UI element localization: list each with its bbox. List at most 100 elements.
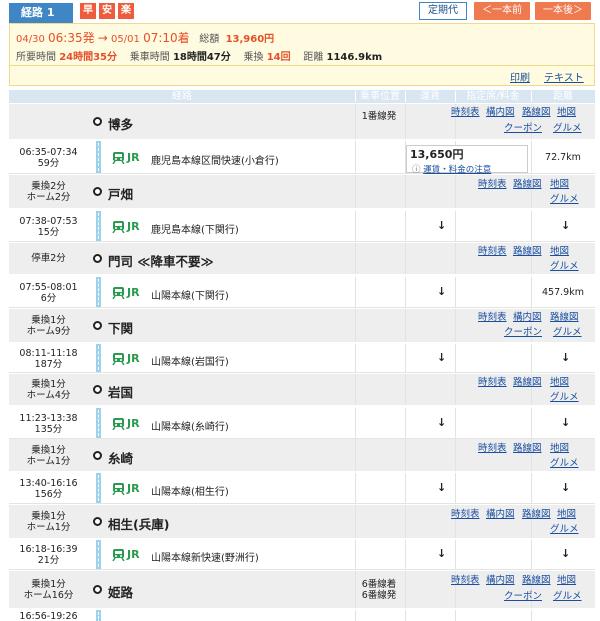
map-link[interactable]: 地図 (550, 443, 569, 455)
train-time: 11:23-13:38 (19, 413, 78, 424)
route-map-link[interactable]: 路線図 (522, 107, 551, 119)
column-divider (355, 243, 356, 274)
column-divider (455, 243, 456, 274)
column-divider (455, 473, 456, 503)
station-map-link[interactable]: 構内図 (513, 312, 542, 324)
coupon-link[interactable]: クーポン (504, 591, 542, 603)
map-link[interactable]: 地図 (550, 179, 569, 191)
timetable-link[interactable]: 時刻表 (451, 107, 480, 119)
train-time: 16:18-16:39 (19, 544, 78, 555)
station-dot-icon (93, 385, 102, 394)
timetable-link[interactable]: 時刻表 (478, 246, 507, 258)
column-divider (455, 309, 456, 342)
rail-line (96, 540, 101, 569)
column-divider (405, 505, 406, 538)
route-map-link[interactable]: 路線図 (513, 443, 542, 455)
column-divider (355, 277, 356, 307)
column-divider (455, 277, 456, 307)
map-link[interactable]: 地図 (557, 107, 576, 119)
fare-continue-arrow: ↓ (437, 481, 447, 494)
station-map-link[interactable]: 構内図 (486, 107, 515, 119)
column-divider (355, 473, 356, 503)
column-divider (405, 243, 406, 274)
column-divider (355, 175, 356, 208)
station-dot-icon (93, 517, 102, 526)
column-divider (405, 344, 406, 372)
arrow-icon: → (97, 31, 108, 45)
print-link[interactable]: 印刷 (510, 69, 530, 84)
route-map-link[interactable]: 路線図 (513, 179, 542, 191)
distance-value: 72.7km (545, 152, 581, 163)
coupon-link[interactable]: クーポン (504, 123, 542, 135)
prev-train-button[interactable]: ＜一本前 (474, 2, 530, 20)
column-divider (531, 211, 532, 241)
map-link[interactable]: 地図 (550, 246, 569, 258)
station-map-link[interactable]: 構内図 (486, 509, 515, 521)
column-divider (405, 473, 406, 503)
next-train-button[interactable]: 一本後＞ (535, 2, 591, 20)
route-map-link[interactable]: 路線図 (522, 575, 551, 587)
text-link[interactable]: テキスト (544, 69, 584, 84)
train-duration: 187分 (34, 359, 63, 370)
station-map-link[interactable]: 構内図 (486, 575, 515, 587)
coupon-link[interactable]: クーポン (504, 327, 542, 339)
gourmet-link[interactable]: グルメ (550, 392, 579, 404)
map-link[interactable]: 地図 (557, 575, 576, 587)
train-duration: 135分 (34, 424, 63, 435)
station-name: 博多 (108, 117, 134, 132)
column-divider (455, 344, 456, 372)
gourmet-link[interactable]: グルメ (550, 261, 579, 273)
column-divider (405, 571, 406, 608)
route-map-link[interactable]: 路線図 (513, 377, 542, 389)
gourmet-link[interactable]: グルメ (553, 123, 582, 135)
fare-note-text[interactable]: 運賃・料金の注意 (423, 165, 491, 175)
fare-note-link[interactable]: ⓘ 運賃・料金の注意 (412, 163, 491, 175)
col-position: 乗車位置 (360, 91, 400, 102)
column-divider (355, 408, 356, 438)
operator-label: JR (127, 417, 140, 430)
gourmet-link[interactable]: グルメ (550, 524, 579, 536)
column-divider (355, 344, 356, 372)
route-map-link[interactable]: 路線図 (522, 509, 551, 521)
gourmet-link[interactable]: グルメ (550, 458, 579, 470)
map-link[interactable]: 地図 (550, 377, 569, 389)
timetable-link[interactable]: 時刻表 (478, 377, 507, 389)
station-name: 岩国 (108, 385, 134, 400)
timetable-link[interactable]: 時刻表 (478, 179, 507, 191)
fare-continue-arrow: ↓ (437, 547, 447, 560)
train-icon (112, 353, 125, 366)
column-divider (355, 540, 356, 569)
gourmet-link[interactable]: グルメ (553, 327, 582, 339)
timetable-link[interactable]: 時刻表 (478, 312, 507, 324)
train-name: 鹿児島本線区間快速(小倉行) (151, 156, 279, 167)
col-distance: 距離 (553, 91, 573, 102)
map-link[interactable]: 地図 (557, 509, 576, 521)
train-name: 山陽本線新快速(野洲行) (151, 553, 259, 564)
route-map-link[interactable]: 路線図 (550, 312, 579, 324)
column-divider (405, 374, 406, 405)
fare-continue-arrow: ↓ (437, 285, 447, 298)
train-icon (112, 483, 125, 496)
route-tab[interactable]: 経路 1 (9, 3, 73, 23)
boarding-position: 6番線着 (361, 579, 397, 590)
train-duration: 59分 (37, 158, 60, 169)
timetable-link[interactable]: 時刻表 (451, 509, 480, 521)
total-label: 総額 (199, 34, 220, 45)
station-row: 停車2分 門司 ≪降車不要≫ 時刻表 路線図 地図 グルメ (9, 243, 595, 275)
platform-time: ホーム1分 (26, 522, 71, 533)
column-divider (405, 408, 406, 438)
commuter-pass-button[interactable]: 定期代 (419, 2, 467, 20)
timetable-link[interactable]: 時刻表 (478, 443, 507, 455)
duration-label: 所要時間 (16, 52, 56, 63)
gourmet-link[interactable]: グルメ (553, 591, 582, 603)
distance-value: 457.9km (542, 287, 584, 298)
rail-line (96, 610, 101, 621)
timetable-link[interactable]: 時刻表 (451, 575, 480, 587)
transfer-time: 停車2分 (31, 253, 66, 264)
train-row: 07:55-08:01 6分 JR 山陽本線(下関行) ↓ 457.9km (9, 277, 595, 308)
route-map-link[interactable]: 路線図 (513, 246, 542, 258)
transfer-time: 乗換1分 (31, 445, 66, 456)
summary-times: 04/30 06:35発 → 05/01 07:10着 総額 13,960円 (16, 29, 274, 46)
gourmet-link[interactable]: グルメ (550, 194, 579, 206)
route-summary: 04/30 06:35発 → 05/01 07:10着 総額 13,960円 所… (9, 23, 595, 66)
